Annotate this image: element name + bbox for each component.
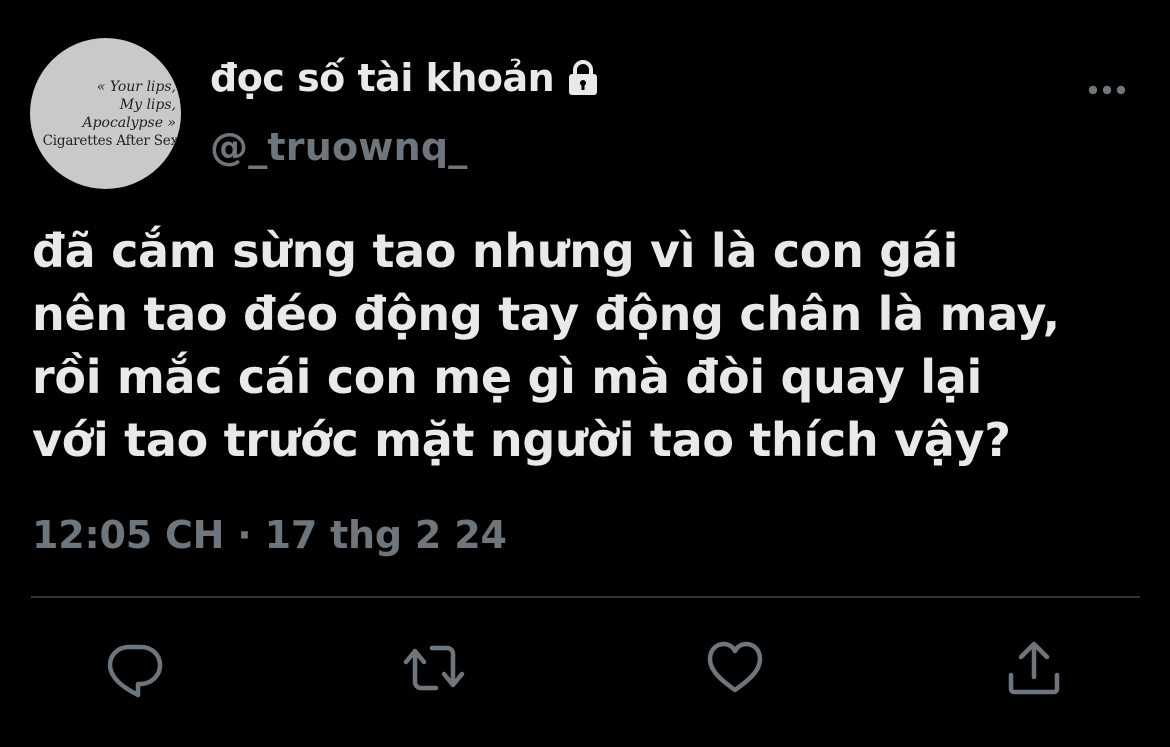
- avatar-text-line: « Your lips,: [96, 79, 176, 95]
- retweet-button[interactable]: [403, 637, 465, 699]
- tweet-text-line: nên tao đéo động tay động chân là may,: [32, 287, 1060, 341]
- reply-button[interactable]: [104, 637, 166, 699]
- author-handle[interactable]: @_truownq_: [210, 125, 467, 169]
- lock-icon: [564, 59, 602, 97]
- tweet-text-line: rồi mắc cái con mẹ gì mà đòi quay lại: [32, 350, 982, 404]
- author-display-name-row[interactable]: đọc số tài khoản: [210, 56, 602, 100]
- tweet-text-line: đã cắm sừng tao nhưng vì là con gái: [32, 224, 959, 278]
- more-options-icon[interactable]: [1087, 82, 1127, 96]
- tweet-text: đã cắm sừng tao nhưng vì là con gái nên …: [32, 220, 1152, 472]
- like-button[interactable]: [704, 637, 766, 699]
- avatar-text-line: Apocalypse »: [82, 115, 176, 131]
- retweet-icon: [403, 645, 465, 691]
- reply-icon: [107, 644, 163, 698]
- share-button[interactable]: [1003, 637, 1065, 699]
- avatar-text-line: Cigarettes After Sex: [42, 133, 179, 149]
- tweet-text-line: với tao trước mặt người tao thích vậy?: [32, 413, 1011, 467]
- avatar-text-line: My lips,: [119, 97, 176, 113]
- share-icon: [1008, 641, 1060, 695]
- avatar[interactable]: « Your lips, My lips, Apocalypse » Cigar…: [30, 38, 181, 189]
- author-display-name[interactable]: đọc số tài khoản: [210, 56, 555, 100]
- like-icon: [707, 641, 763, 693]
- divider: [31, 596, 1140, 598]
- tweet-timestamp[interactable]: 12:05 CH · 17 thg 2 24: [32, 513, 507, 557]
